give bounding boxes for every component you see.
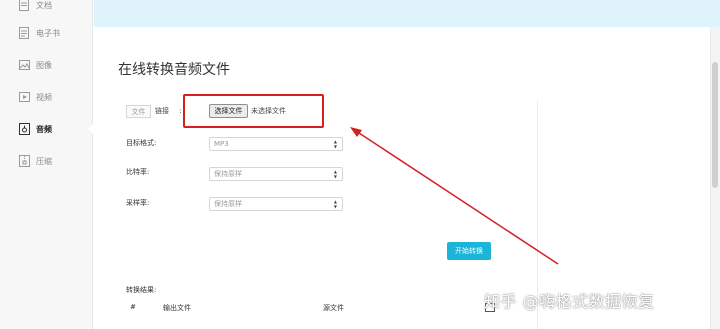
annotation-arrow (350, 127, 559, 265)
watermark: 知乎 @嗨格式数据恢复 (484, 292, 655, 311)
